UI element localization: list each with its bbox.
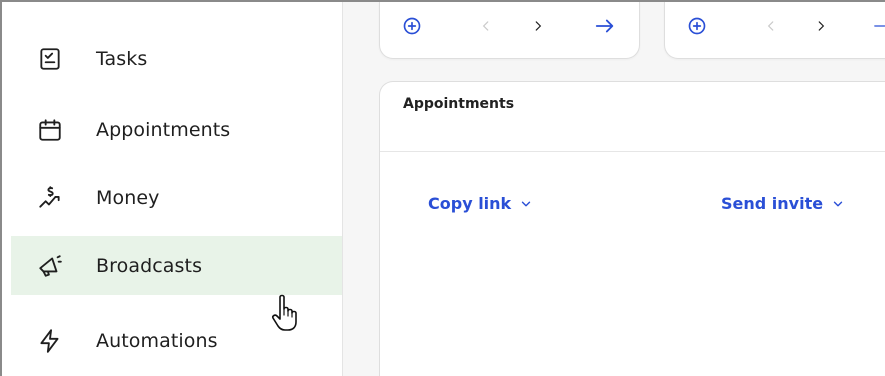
- sidebar-item-label: Tasks: [96, 47, 148, 70]
- main-content: Appointments Copy link Send invite: [343, 2, 885, 376]
- add-circle-icon[interactable]: [685, 14, 709, 38]
- sidebar-item-tasks[interactable]: Tasks: [11, 29, 342, 88]
- chevron-left-icon[interactable]: [476, 14, 496, 38]
- sidebar-item-label: Broadcasts: [96, 254, 203, 277]
- sidebar-item-appointments[interactable]: Appointments: [11, 100, 342, 159]
- calendar-pager-card: [379, 2, 640, 59]
- chevron-down-icon: [831, 197, 845, 211]
- card-title: Appointments: [403, 96, 515, 112]
- add-circle-icon[interactable]: [400, 14, 424, 38]
- appointments-card: Appointments Copy link Send invite: [379, 81, 885, 376]
- lightning-icon: [36, 327, 64, 355]
- chevron-down-icon: [519, 197, 533, 211]
- sidebar-item-money[interactable]: Money: [11, 168, 342, 227]
- send-invite-label: Send invite: [721, 194, 824, 213]
- calendar-pager-card: [664, 2, 885, 59]
- chevron-left-icon[interactable]: [761, 14, 781, 38]
- sidebar-item-label: Automations: [96, 329, 218, 352]
- card-header: Appointments: [380, 82, 885, 152]
- arrow-right-icon[interactable]: [873, 14, 885, 38]
- hand-pointer-cursor-icon: [270, 293, 306, 333]
- calendar-icon: [36, 116, 64, 144]
- tasks-icon: [36, 45, 64, 73]
- sidebar-item-label: Appointments: [96, 118, 231, 141]
- app-window: Tasks Appointments Money Broadcasts Auto…: [0, 0, 885, 376]
- money-icon: [36, 184, 64, 212]
- sidebar-item-label: Money: [96, 186, 160, 209]
- send-invite-button[interactable]: Send invite: [721, 194, 845, 213]
- copy-link-button[interactable]: Copy link: [428, 194, 533, 213]
- copy-link-label: Copy link: [428, 194, 512, 213]
- arrow-right-icon[interactable]: [592, 14, 618, 38]
- chevron-right-icon[interactable]: [811, 14, 831, 38]
- sidebar-item-broadcasts[interactable]: Broadcasts: [11, 236, 342, 295]
- megaphone-icon: [36, 252, 64, 280]
- chevron-right-icon[interactable]: [528, 14, 548, 38]
